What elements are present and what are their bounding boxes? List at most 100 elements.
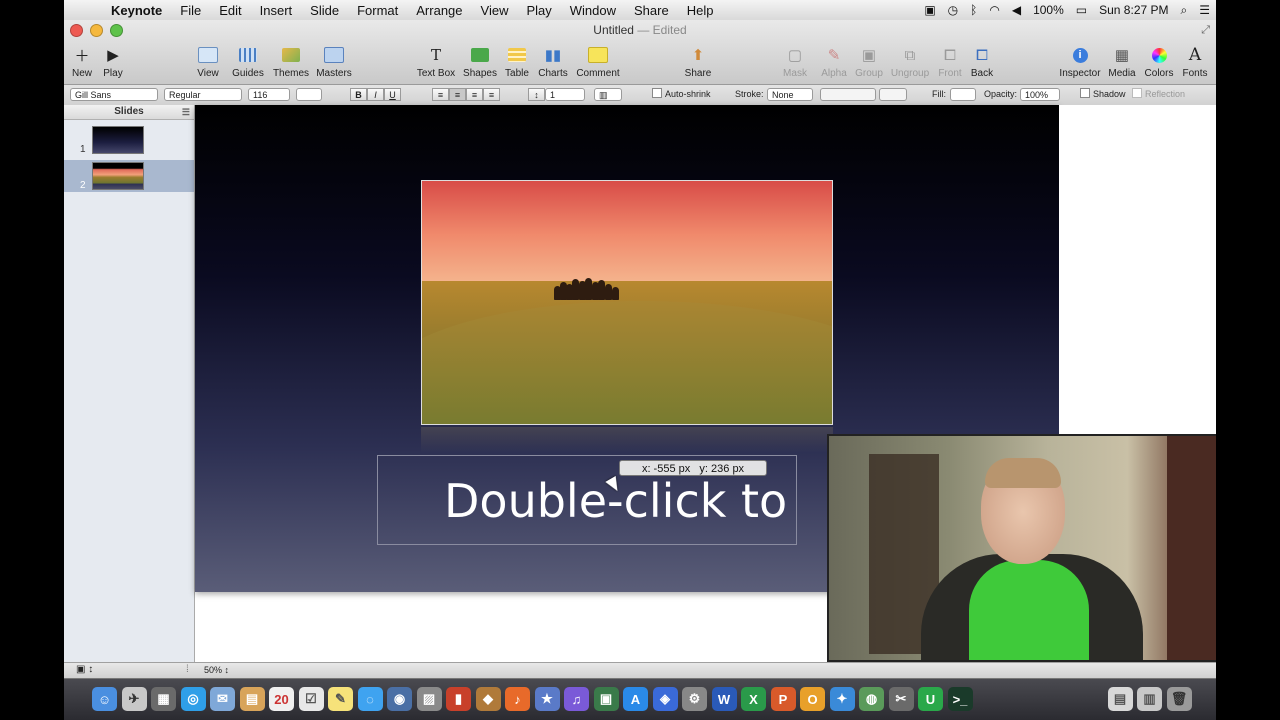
preview-icon[interactable]: ▨ [416, 687, 442, 711]
iphoto-icon[interactable]: ◆ [475, 687, 501, 711]
landscape-image[interactable] [421, 180, 833, 425]
reflection-checkbox[interactable]: Reflection [1132, 88, 1185, 101]
menu-view[interactable]: View [472, 3, 518, 18]
menu-insert[interactable]: Insert [251, 3, 302, 18]
zoom-value: 50% [204, 665, 223, 675]
app-icon[interactable]: ▣ [593, 687, 619, 711]
app-store-icon[interactable]: A [623, 687, 648, 711]
underline-button[interactable]: U [384, 88, 401, 101]
webcam-person-hair [985, 458, 1061, 488]
document-stack-icon[interactable]: ▤ [1107, 687, 1133, 711]
auto-shrink-checkbox[interactable]: Auto-shrink [652, 88, 711, 101]
view-mode-icon[interactable]: ▣ ↕ [76, 664, 93, 675]
spotlight-icon[interactable]: ⌕ [1181, 3, 1188, 18]
messenger-icon[interactable]: ✦ [829, 687, 855, 711]
battery-status[interactable]: 100% [1033, 3, 1064, 17]
slide-number: 1 [80, 144, 86, 155]
itunes-icon[interactable]: ♫ [564, 687, 589, 711]
opacity-field[interactable]: 100% [1020, 88, 1060, 101]
calendar-icon[interactable]: 20 [269, 687, 294, 711]
upwork-icon[interactable]: U [918, 687, 943, 711]
powerpoint-icon[interactable]: P [770, 687, 796, 711]
keynote-icon[interactable]: ◈ [652, 687, 678, 711]
line-spacing-icon[interactable]: ↕ [528, 88, 545, 101]
clock[interactable]: Sun 8:27 PM [1099, 3, 1168, 17]
tools-icon[interactable]: ✂ [888, 687, 914, 711]
back-button[interactable]: ⧠ Back [954, 46, 1010, 80]
utility-icon[interactable]: ◍ [859, 687, 884, 711]
align-left-button[interactable]: ≡ [432, 88, 449, 101]
time-machine-icon[interactable]: ◷ [948, 3, 958, 17]
trash-icon[interactable]: 🗑 [1166, 687, 1192, 711]
italic-button[interactable]: I [367, 88, 384, 101]
messages-icon[interactable]: ◌ [357, 687, 383, 711]
share-button[interactable]: ⬆ Share [670, 46, 726, 79]
fonts-label: Fonts [1182, 68, 1208, 79]
stroke-color-well[interactable] [879, 88, 907, 101]
imovie-icon[interactable]: ★ [534, 687, 560, 711]
text-color-well[interactable] [296, 88, 322, 101]
align-center-button[interactable]: ≡ [449, 88, 466, 101]
fullscreen-icon[interactable]: ⤢ [1201, 24, 1210, 37]
font-style-select[interactable]: Regular [164, 88, 242, 101]
slide-thumbnail-1[interactable]: 1 [64, 124, 194, 156]
launchpad-icon[interactable]: ✈ [121, 687, 147, 711]
excel-icon[interactable]: X [741, 687, 766, 711]
word-icon[interactable]: W [711, 687, 737, 711]
reflection-label: Reflection [1145, 89, 1186, 99]
camera-icon[interactable]: ▣ [924, 3, 935, 17]
finder-icon[interactable]: ☺ [92, 687, 117, 711]
comment-button[interactable]: Comment [570, 46, 626, 79]
wifi-icon[interactable]: ◠ [989, 3, 999, 17]
line-spacing-select[interactable]: 1 [545, 88, 585, 101]
menu-play[interactable]: Play [517, 3, 560, 18]
menu-arrange[interactable]: Arrange [407, 3, 471, 18]
stroke-select[interactable]: None [767, 88, 813, 101]
system-preferences-icon[interactable]: ⚙ [682, 687, 707, 711]
themes-label: Themes [272, 68, 310, 79]
bluetooth-icon[interactable]: ᛒ [970, 3, 977, 17]
fonts-button[interactable]: A Fonts [1167, 45, 1216, 79]
menu-slide[interactable]: Slide [301, 3, 348, 18]
facetime-icon[interactable]: ◉ [387, 687, 412, 711]
align-right-button[interactable]: ≡ [466, 88, 483, 101]
reminders-icon[interactable]: ☑ [298, 687, 324, 711]
menu-app-keynote[interactable]: Keynote [102, 3, 171, 18]
play-button[interactable]: ▶ Play [85, 46, 141, 79]
photo-booth-icon[interactable]: ▮ [446, 687, 471, 711]
menu-format[interactable]: Format [348, 3, 407, 18]
opacity-label: Opacity: [984, 89, 1018, 99]
zoom-select[interactable]: 50% ↕ [204, 665, 229, 675]
outlook-icon[interactable]: O [800, 687, 825, 711]
masters-button[interactable]: Masters [306, 46, 362, 79]
menu-edit[interactable]: Edit [210, 3, 250, 18]
volume-icon[interactable]: ◀ [1012, 3, 1021, 17]
slide-thumbnail-image [92, 162, 144, 190]
back-icon: ⧠ [975, 46, 988, 64]
font-size-field[interactable]: 116 [248, 88, 290, 101]
navigator-menu-icon[interactable]: ☰ [182, 105, 190, 119]
fill-color-well[interactable] [950, 88, 976, 101]
mission-control-icon[interactable]: ▦ [151, 687, 176, 711]
notification-list-icon[interactable]: ☰ [1199, 3, 1210, 17]
split-grip-icon[interactable]: ⁞ [186, 664, 189, 675]
menu-window[interactable]: Window [561, 3, 625, 18]
back-label: Back [970, 68, 994, 79]
garageband-icon[interactable]: ♪ [505, 687, 530, 711]
bold-button[interactable]: B [350, 88, 367, 101]
downloads-stack-icon[interactable]: ▥ [1137, 687, 1162, 711]
menu-help[interactable]: Help [678, 3, 723, 18]
columns-select[interactable]: ▥ [594, 88, 622, 101]
menu-file[interactable]: File [171, 3, 210, 18]
notes-icon[interactable]: ✎ [328, 687, 353, 711]
font-family-select[interactable]: Gill Sans [70, 88, 158, 101]
stroke-style-select[interactable] [820, 88, 876, 101]
menu-share[interactable]: Share [625, 3, 678, 18]
safari-icon[interactable]: ◎ [180, 687, 206, 711]
contacts-icon[interactable]: ▤ [239, 687, 265, 711]
terminal-icon[interactable]: >_ [947, 687, 973, 711]
shadow-checkbox[interactable]: Shadow [1080, 88, 1126, 101]
justify-button[interactable]: ≡ [483, 88, 500, 101]
mail-icon[interactable]: ✉ [210, 687, 235, 711]
slide-thumbnail-2[interactable]: 2 [64, 160, 194, 192]
